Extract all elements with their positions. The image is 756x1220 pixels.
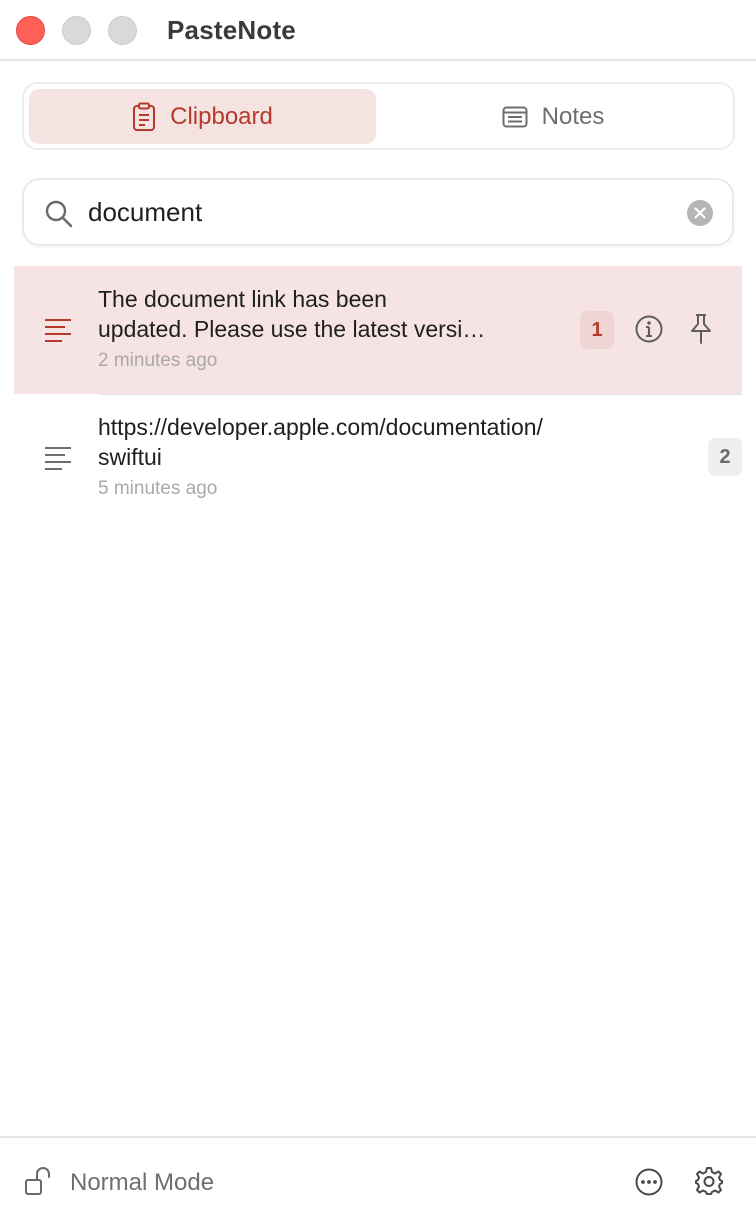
minimize-window-button[interactable] [62,16,91,45]
clip-text: The document link has been updated. Plea… [98,284,558,344]
gear-icon[interactable] [694,1166,724,1201]
close-icon [694,207,706,219]
clip-text-line: swiftui [98,444,162,470]
note-icon [502,106,528,128]
more-options-icon[interactable] [634,1167,664,1202]
tab-notes-label: Notes [541,102,605,130]
list-item[interactable]: https://developer.apple.com/documentatio… [14,394,742,522]
tab-notes[interactable]: Notes [377,89,729,144]
clip-text: https://developer.apple.com/documentatio… [98,412,658,472]
list-item[interactable]: The document link has been updated. Plea… [14,266,742,395]
pin-icon[interactable] [687,313,715,350]
info-icon[interactable] [634,314,664,349]
clip-index-badge: 1 [580,311,614,349]
clip-text-line: https://developer.apple.com/documentatio… [98,414,543,440]
bottom-bar: Normal Mode [0,1136,756,1220]
clip-timestamp: 5 minutes ago [98,478,218,499]
app-title: PasteNote [167,15,296,45]
tab-clipboard[interactable]: Clipboard [29,89,376,144]
search-input[interactable] [88,190,668,234]
clear-search-button[interactable] [687,200,713,226]
zoom-window-button[interactable] [108,16,137,45]
text-lines-icon [44,318,72,347]
clip-list: The document link has been updated. Plea… [14,266,742,522]
mode-label: Normal Mode [70,1169,215,1196]
tab-clipboard-label: Clipboard [170,102,273,130]
clipboard-icon [132,102,156,132]
text-lines-icon [44,446,72,475]
title-bar: PasteNote [0,0,756,61]
clip-text-line: The document link has been [98,286,387,312]
unlock-icon[interactable] [24,1166,52,1201]
clip-timestamp: 2 minutes ago [98,350,218,371]
search-field [22,178,734,246]
clip-text-line: updated. Please use the latest versi… [98,316,486,342]
search-icon [44,199,74,234]
clip-index-badge: 2 [708,438,742,476]
tab-switcher: Clipboard Notes [22,82,735,150]
close-window-button[interactable] [16,16,45,45]
